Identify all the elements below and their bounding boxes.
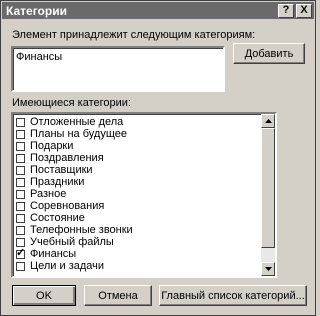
category-label: Учебный файлы xyxy=(30,236,114,248)
available-categories-label: Имеющиеся категории: xyxy=(12,97,131,109)
category-label: Отложенные дела xyxy=(30,116,124,128)
category-checkbox[interactable] xyxy=(16,237,25,247)
category-label: Разное xyxy=(30,188,67,200)
category-checkbox[interactable] xyxy=(16,201,25,211)
category-label: Телефонные звонки xyxy=(30,224,133,236)
category-label: Праздники xyxy=(30,176,85,188)
ok-button[interactable]: OK xyxy=(12,285,76,306)
category-item[interactable]: Учебный файлы xyxy=(16,236,114,248)
arrow-down-icon xyxy=(264,267,272,271)
category-checkbox[interactable] xyxy=(16,165,25,175)
title-bar[interactable]: Категории ? X xyxy=(2,2,314,19)
category-checkbox[interactable] xyxy=(16,117,25,127)
category-item[interactable]: Отложенные дела xyxy=(16,116,123,128)
category-label: Соревнования xyxy=(30,200,105,212)
categories-list-body: Отложенные дела Планы на будущее Подарки По… xyxy=(13,114,261,276)
category-label: Финансы xyxy=(30,248,77,260)
category-checkbox[interactable] xyxy=(16,153,25,163)
scroll-thumb[interactable] xyxy=(261,128,275,248)
category-label: Состояние xyxy=(30,212,85,224)
category-checkbox[interactable] xyxy=(16,177,25,187)
category-item[interactable]: Планы на будущее xyxy=(16,128,127,140)
category-checkbox[interactable] xyxy=(16,141,25,151)
category-label: Планы на будущее xyxy=(30,128,128,140)
arrow-up-icon xyxy=(264,119,272,123)
cancel-button[interactable]: Отмена xyxy=(84,285,152,306)
assigned-categories-field[interactable]: Финансы xyxy=(11,46,225,92)
category-label: Цели и задачи xyxy=(30,260,105,272)
checkmark-icon: ✓ xyxy=(16,246,26,259)
category-checkbox[interactable] xyxy=(16,129,25,139)
category-checkbox[interactable] xyxy=(16,225,25,235)
category-label: Поставщики xyxy=(30,164,93,176)
category-item[interactable]: Поставщики xyxy=(16,164,93,176)
category-item[interactable]: Соревнования xyxy=(16,200,104,212)
categories-dialog: Категории ? X Элемент принадлежит следую… xyxy=(0,0,316,316)
category-item[interactable]: Поздравления xyxy=(16,152,104,164)
category-item[interactable]: Состояние xyxy=(16,212,85,224)
category-checkbox[interactable]: ✓ xyxy=(16,246,26,259)
category-item[interactable]: Цели и задачи xyxy=(16,260,104,272)
category-item[interactable]: Праздники xyxy=(16,176,84,188)
assigned-categories-label: Элемент принадлежит следующим категориям… xyxy=(12,29,256,41)
category-checkbox[interactable] xyxy=(16,189,25,199)
category-label: Подарки xyxy=(30,140,74,152)
vertical-scrollbar[interactable] xyxy=(261,114,275,276)
category-label: Поздравления xyxy=(30,152,104,164)
dialog-title: Категории xyxy=(6,3,67,18)
categories-list[interactable]: Отложенные дела Планы на будущее Подарки По… xyxy=(11,112,277,278)
close-button[interactable]: X xyxy=(296,3,312,18)
category-item[interactable]: Телефонные звонки xyxy=(16,224,133,236)
category-item[interactable]: ✓ Финансы xyxy=(16,246,77,260)
scroll-down-button[interactable] xyxy=(261,262,275,276)
help-button[interactable]: ? xyxy=(278,3,294,18)
scroll-up-button[interactable] xyxy=(261,114,275,128)
assigned-categories-value: Финансы xyxy=(16,51,63,63)
category-item[interactable]: Подарки xyxy=(16,140,73,152)
category-item[interactable]: Разное xyxy=(16,188,66,200)
category-checkbox[interactable] xyxy=(16,261,25,271)
category-checkbox[interactable] xyxy=(16,213,25,223)
master-list-button[interactable]: Главный список категорий... xyxy=(159,285,307,306)
add-button[interactable]: Добавить xyxy=(233,43,305,64)
